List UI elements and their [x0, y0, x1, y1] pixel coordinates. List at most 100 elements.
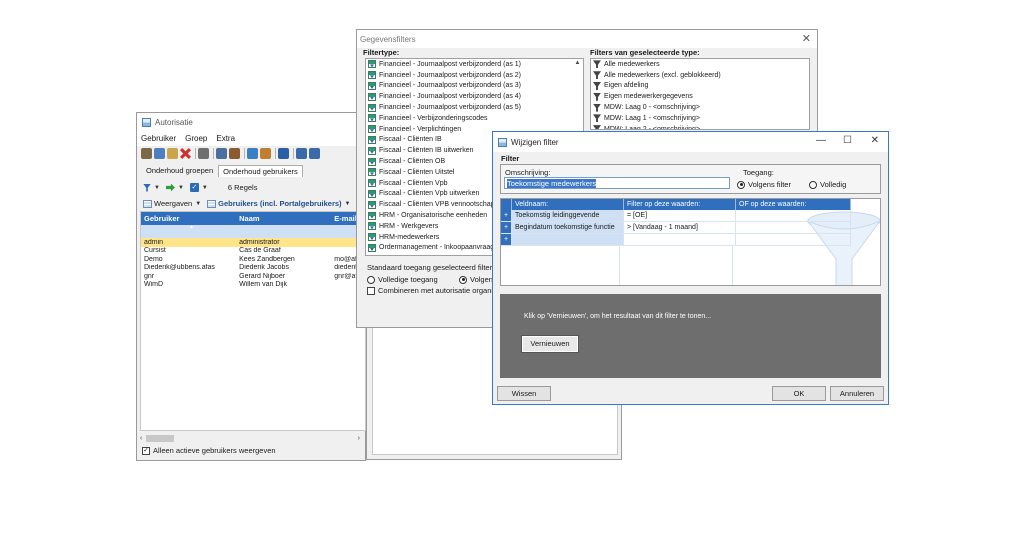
user-add-icon[interactable]	[154, 148, 165, 159]
key-icon[interactable]	[260, 148, 271, 159]
user-key-icon[interactable]	[229, 148, 240, 159]
list-item[interactable]: Eigen afdeling	[591, 81, 809, 92]
list-item[interactable]: Financieel - Journaalpost verbijzonderd …	[366, 102, 583, 113]
chevron-down-icon[interactable]: ▼	[178, 185, 184, 191]
tree-icon[interactable]	[216, 148, 227, 159]
view-dropdown[interactable]: Weergaven	[154, 199, 192, 208]
menu-groep[interactable]: Groep	[185, 134, 207, 143]
list-item[interactable]: Financieel - Journaalpost verbijzonderd …	[366, 81, 583, 92]
table-row[interactable]: admin administrator	[141, 238, 365, 247]
combine-label: Combineren met autorisatie organisatie	[378, 286, 509, 295]
expand-icon[interactable]	[296, 148, 307, 159]
grid-cell-field[interactable]: Toekomstig leidinggevende	[512, 210, 624, 222]
grid-new-row[interactable]: +	[501, 234, 851, 246]
refresh-button[interactable]: Vernieuwen	[521, 335, 579, 353]
access-option-filter[interactable]: Volgens filter	[737, 180, 791, 189]
active-users-option[interactable]: ✓ Alleen actieve gebruikers weergeven	[142, 446, 276, 455]
table-filter-row[interactable]	[141, 225, 365, 238]
list-item-label: Fiscaal - Cliënten Vpb uitwerken	[379, 190, 480, 198]
toolbar-separator	[275, 148, 276, 159]
radio-full-access[interactable]	[367, 275, 375, 284]
grid-cell-or[interactable]	[736, 234, 851, 246]
chevron-down-icon[interactable]: ▼	[154, 185, 160, 191]
minimize-icon[interactable]: —	[816, 135, 826, 146]
list-item[interactable]: Financieel - Verbijzonderingscodes	[366, 113, 583, 124]
radio-access-full[interactable]	[809, 180, 817, 189]
list-item[interactable]: Alle medewerkers	[591, 59, 809, 70]
list-item[interactable]: Alle medewerkers (excl. geblokkeerd)	[591, 70, 809, 81]
list-item-label: Alle medewerkers (excl. geblokkeerd)	[604, 71, 721, 79]
table-row[interactable]: Cursist Cas de Graaf	[141, 247, 365, 256]
active-users-checkbox[interactable]: ✓	[142, 446, 150, 455]
list-item[interactable]: Financieel - Journaalpost verbijzonderd …	[366, 91, 583, 102]
filtertype-icon	[368, 233, 376, 242]
list-item-label: Financieel - Journaalpost verbijzonderd …	[379, 93, 522, 101]
radio-by-filter[interactable]	[459, 275, 467, 284]
filter-list-icon[interactable]	[278, 148, 289, 159]
result-hint: Klik op 'Vernieuwen', om het resultaat v…	[524, 313, 712, 320]
list-item[interactable]: Eigen medewerkergegevens	[591, 91, 809, 102]
collapse-icon[interactable]	[309, 148, 320, 159]
list-item[interactable]: MDW: Laag 1 - <omschrijving>	[591, 113, 809, 124]
chevron-down-icon[interactable]: ▼	[345, 201, 351, 207]
scrollbar-thumb[interactable]	[146, 434, 175, 442]
window-icon[interactable]	[247, 148, 258, 159]
close-icon[interactable]: ✕	[871, 135, 879, 146]
filters-list[interactable]: Alle medewerkers Alle medewerkers (excl. …	[590, 58, 810, 130]
option-full-access[interactable]: Volledige toegang	[367, 275, 438, 284]
list-item-label: Alle medewerkers	[604, 60, 660, 68]
combine-option[interactable]: Combineren met autorisatie organisatie	[367, 286, 509, 295]
filtertype-icon	[368, 179, 376, 188]
tab-onderhoud-gebruikers[interactable]: Onderhoud gebruikers	[218, 165, 303, 177]
tab-onderhoud-groepen[interactable]: Onderhoud groepen	[141, 164, 218, 177]
delete-icon[interactable]	[180, 148, 191, 159]
table-row[interactable]: gnr Gerard Nijboer gnr@af	[141, 272, 365, 281]
close-icon[interactable]: ✕	[802, 32, 811, 45]
chevron-down-icon[interactable]: ▼	[195, 201, 201, 207]
clear-button[interactable]: Wissen	[497, 386, 551, 401]
list-item[interactable]: MDW: Laag 0 - <omschrijving>	[591, 102, 809, 113]
list-item[interactable]: Financieel - Journaalpost verbijzonderd …	[366, 70, 583, 81]
grid-cell-or[interactable]	[736, 210, 851, 222]
edit-icon[interactable]	[167, 148, 178, 159]
radio-access-filter[interactable]	[737, 180, 745, 189]
active-users-label: Alleen actieve gebruikers weergeven	[153, 446, 276, 455]
menu-gebruiker[interactable]: Gebruiker	[141, 134, 176, 143]
grid-cell-filter[interactable]	[624, 234, 736, 246]
grid-row[interactable]: + Begindatum toekomstige functie > [Vand…	[501, 222, 851, 234]
list-dropdown[interactable]: Gebruikers (incl. Portalgebruikers)	[218, 199, 341, 208]
grid-cell-field[interactable]	[512, 234, 624, 246]
toolbar-separator	[213, 148, 214, 159]
access-option-full[interactable]: Volledig	[809, 180, 846, 189]
cancel-button[interactable]: Annuleren	[830, 386, 884, 401]
description-input[interactable]: Toekomstige medewerkers	[504, 177, 730, 189]
scroll-left-icon[interactable]: ‹	[140, 435, 142, 442]
menu-extra[interactable]: Extra	[216, 134, 235, 143]
table-row[interactable]: WimD Willem van Dijk	[141, 281, 365, 290]
arrow-right-icon[interactable]	[165, 183, 175, 192]
scroll-right-icon[interactable]: ›	[358, 435, 360, 442]
grid-cell-filter[interactable]: = [OE]	[624, 210, 736, 222]
list-item[interactable]: Financieel - Journaalpost verbijzonderd …	[366, 59, 583, 70]
scroll-up-icon[interactable]: ▲	[573, 60, 582, 69]
chevron-down-icon[interactable]: ▼	[202, 185, 208, 191]
grid-cell-or[interactable]	[736, 222, 851, 234]
column-header-gebruiker[interactable]: Gebruiker	[141, 214, 236, 223]
grid-cell-field[interactable]: Begindatum toekomstige functie	[512, 222, 624, 234]
list-item[interactable]: MDW: Laag 2 - <omschrijving>	[591, 124, 809, 129]
combine-checkbox[interactable]	[367, 286, 375, 295]
funnel-icon[interactable]	[143, 183, 151, 192]
checkbox-icon[interactable]: ✓	[189, 183, 199, 192]
table-row[interactable]: Diederik@ubbens.afas Diederik Jacobs diede…	[141, 264, 365, 273]
grid-row[interactable]: + Toekomstig leidinggevende = [OE]	[501, 210, 851, 222]
horizontal-scrollbar[interactable]: ‹ ›	[140, 433, 366, 443]
description-label: Omschrijving:	[505, 168, 551, 177]
maximize-icon[interactable]: ☐	[843, 135, 852, 146]
grid-cell-filter[interactable]: > [Vandaag - 1 maand]	[624, 222, 736, 234]
gegevensfilters-title: Gegevensfilters	[360, 34, 416, 44]
column-header-naam[interactable]: Naam	[236, 214, 331, 223]
users-icon[interactable]	[141, 148, 152, 159]
group-icon[interactable]	[198, 148, 209, 159]
ok-button[interactable]: OK	[772, 386, 826, 401]
table-row[interactable]: Demo Kees Zandbergen mo@af	[141, 255, 365, 264]
